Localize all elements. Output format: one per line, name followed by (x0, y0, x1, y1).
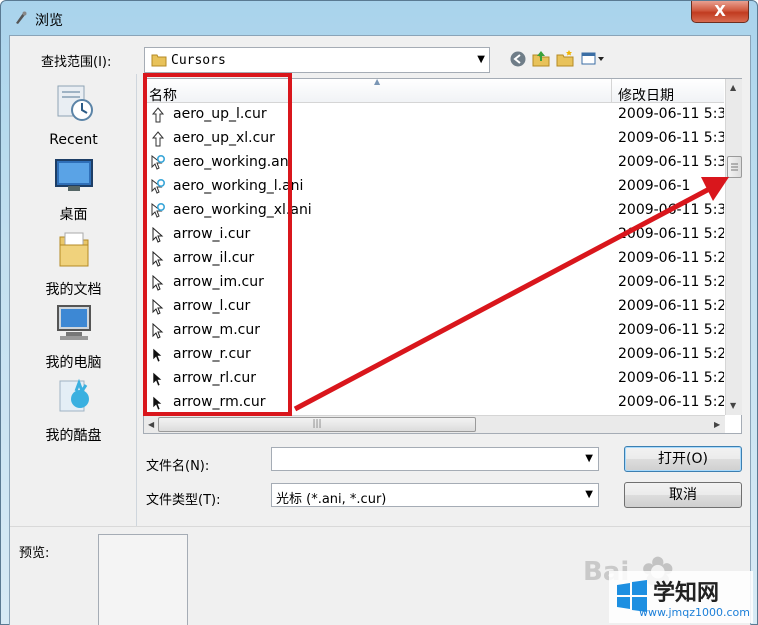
file-date: 2009-06-1 (618, 178, 691, 194)
look-in-combo[interactable]: Cursors ▼ (144, 47, 490, 73)
file-type-select[interactable]: 光标 (*.ani, *.cur) ▼ (271, 483, 599, 507)
computer-icon (56, 305, 91, 340)
documents-icon (59, 232, 88, 267)
view-menu-icon[interactable] (580, 49, 606, 69)
close-icon: X (714, 2, 726, 20)
browse-dialog: 浏览 X 查找范围(I): Cursors ▼ Recent 桌面 我的文档 我… (0, 0, 758, 625)
place-label: Recent (49, 132, 98, 148)
file-date: 2009-06-11 5:2 (618, 274, 724, 290)
sort-ascending-icon: ▲ (374, 77, 381, 86)
folder-icon (151, 54, 167, 67)
place-my-computer[interactable]: 我的电脑 (10, 302, 137, 372)
new-folder-icon[interactable] (555, 49, 575, 69)
chevron-down-icon[interactable]: ▼ (585, 489, 593, 500)
column-divider[interactable] (611, 79, 612, 103)
title-bar[interactable]: 浏览 X (1, 1, 757, 35)
file-date: 2009-06-11 5:3 (618, 154, 724, 170)
look-in-label: 查找范围(I): (41, 55, 112, 70)
file-date: 2009-06-11 5:2 (618, 250, 724, 266)
column-header-date[interactable]: 修改日期 (618, 85, 674, 105)
grip-icon (731, 163, 738, 171)
file-date: 2009-06-11 5:2 (618, 394, 724, 410)
horizontal-scrollbar[interactable]: ◀ ||| ▶ (144, 415, 725, 433)
place-my-kupan[interactable]: 我的酷盘 (10, 375, 137, 445)
file-date: 2009-06-11 5:3 (618, 130, 724, 146)
place-label: 我的酷盘 (45, 428, 102, 444)
horizontal-scroll-thumb[interactable]: ||| (158, 417, 476, 432)
cancel-button[interactable]: 取消 (624, 482, 742, 508)
open-button[interactable]: 打开(O) (624, 446, 742, 472)
file-date: 2009-06-11 5:2 (618, 298, 724, 314)
vertical-scrollbar[interactable]: ▲ ▼ (725, 79, 742, 415)
close-button[interactable]: X (691, 1, 749, 23)
watermark-logo: 学知网 www.jmqz1000.com (609, 571, 753, 623)
vertical-scroll-thumb[interactable] (727, 156, 742, 178)
window-title: 浏览 (35, 13, 63, 29)
scroll-right-icon[interactable]: ▶ (714, 420, 720, 429)
recent-icon (57, 85, 93, 121)
place-my-documents[interactable]: 我的文档 (10, 229, 137, 299)
scroll-up-icon[interactable]: ▲ (730, 83, 736, 92)
back-icon[interactable] (508, 49, 528, 69)
file-date: 2009-06-11 5:3 (618, 202, 724, 218)
dialog-body: 查找范围(I): Cursors ▼ Recent 桌面 我的文档 我的电脑 我… (9, 35, 751, 625)
file-date: 2009-06-11 5:2 (618, 226, 724, 242)
dialog-icon (16, 11, 27, 24)
file-date: 2009-06-11 5:2 (618, 322, 724, 338)
file-date: 2009-06-11 5:2 (618, 370, 724, 386)
desktop-icon (54, 159, 93, 191)
scroll-left-icon[interactable]: ◀ (148, 420, 154, 429)
file-name-label: 文件名(N): (146, 459, 210, 474)
file-date: 2009-06-11 5:2 (618, 346, 724, 362)
scroll-down-icon[interactable]: ▼ (730, 401, 736, 410)
place-desktop[interactable]: 桌面 (10, 156, 137, 224)
place-label: 我的文档 (45, 282, 102, 298)
up-folder-icon[interactable] (531, 49, 551, 69)
chevron-down-icon: ▼ (477, 54, 485, 65)
preview-label: 预览: (19, 546, 50, 561)
watermark-brand: 学知网 (653, 581, 720, 606)
watermark-url: www.jmqz1000.com (639, 606, 750, 619)
file-type-value: 光标 (*.ani, *.cur) (276, 492, 387, 507)
annotation-highlight-box (143, 73, 292, 416)
place-recent[interactable]: Recent (10, 82, 137, 148)
file-type-label: 文件类型(T): (146, 493, 221, 508)
file-name-input[interactable]: ▼ (271, 447, 599, 471)
file-date: 2009-06-11 5:3 (618, 106, 724, 122)
kupan-icon (59, 378, 89, 412)
place-label: 我的电脑 (45, 355, 102, 371)
place-label: 桌面 (59, 207, 88, 223)
preview-pane (98, 534, 188, 625)
current-path: Cursors (171, 53, 226, 68)
chevron-down-icon[interactable]: ▼ (585, 453, 593, 464)
places-bar: Recent 桌面 我的文档 我的电脑 我的酷盘 (10, 74, 137, 527)
divider (10, 526, 750, 527)
grip-icon: ||| (312, 419, 322, 429)
